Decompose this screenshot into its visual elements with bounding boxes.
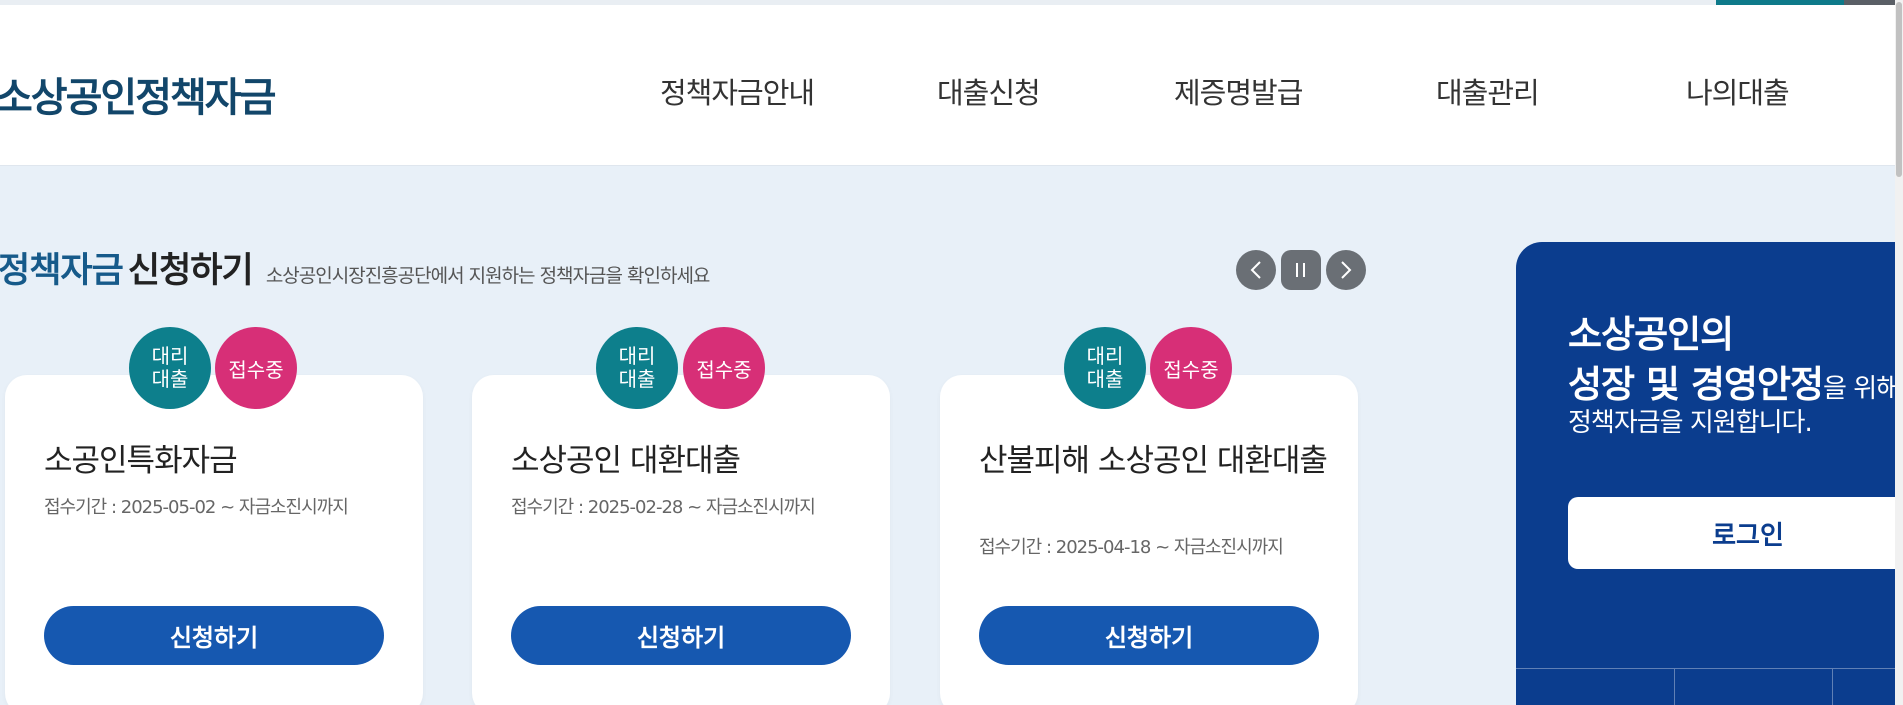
section-title: 정책자금 신청하기 소상공인시장진흥공단에서 지원하는 정책자금을 확인하세요 xyxy=(0,242,711,293)
promo-line-2: 성장 및 경영안정을 위해 xyxy=(1568,354,1900,408)
nav-item-loan-management[interactable]: 대출관리 xyxy=(1436,70,1540,112)
status-badge: 접수중 xyxy=(1150,327,1232,409)
nav-item-loan-apply[interactable]: 대출신청 xyxy=(937,70,1041,112)
agent-loan-badge: 대리 대출 xyxy=(129,327,211,409)
login-button[interactable]: 로그인 xyxy=(1568,497,1903,569)
fund-card: 소상공인 대환대출 접수기간 : 2025-02-28 ~ 자금소진시까지 신청… xyxy=(472,375,890,705)
promo-line-3: 정책자금을 지원합니다. xyxy=(1568,408,1813,438)
pause-icon xyxy=(1296,263,1305,277)
promo-line-2-rest: 을 위해 xyxy=(1823,374,1900,404)
fund-card-title: 소공인특화자금 xyxy=(44,443,238,479)
slider-prev-button[interactable] xyxy=(1236,250,1276,290)
page-scrollbar[interactable] xyxy=(1895,0,1903,705)
fund-card-period: 접수기간 : 2025-05-02 ~ 자금소진시까지 xyxy=(44,497,349,518)
chevron-right-icon xyxy=(1341,261,1352,279)
login-promo-panel: 소상공인의 성장 및 경영안정을 위해 정책자금을 지원합니다. 로그인 xyxy=(1516,242,1903,705)
panel-grid-lines xyxy=(1516,668,1903,705)
section-title-rest: 신청하기 xyxy=(127,251,254,291)
apply-button[interactable]: 신청하기 xyxy=(44,606,384,665)
fund-card-period: 접수기간 : 2025-02-28 ~ 자금소진시까지 xyxy=(511,497,816,518)
status-badge: 접수중 xyxy=(215,327,297,409)
apply-button[interactable]: 신청하기 xyxy=(979,606,1319,665)
site-logo[interactable]: 소상공인정책자금 xyxy=(0,65,276,123)
nav-item-my-loans[interactable]: 나의대출 xyxy=(1686,70,1790,112)
chevron-left-icon xyxy=(1250,261,1261,279)
agent-loan-badge: 대리 대출 xyxy=(1064,327,1146,409)
site-header: 소상공인정책자금 정책자금안내 대출신청 제증명발급 대출관리 나의대출 xyxy=(0,5,1903,166)
section-title-highlight: 정책자금 xyxy=(0,251,124,291)
agent-loan-badge: 대리 대출 xyxy=(596,327,678,409)
section-subtitle: 소상공인시장진흥공단에서 지원하는 정책자금을 확인하세요 xyxy=(265,265,711,287)
fund-card-title: 소상공인 대환대출 xyxy=(511,443,741,479)
fund-card-title: 산불피해 소상공인 대환대출 xyxy=(979,443,1328,479)
fund-card-period: 접수기간 : 2025-04-18 ~ 자금소진시까지 xyxy=(979,537,1284,558)
slider-next-button[interactable] xyxy=(1326,250,1366,290)
scrollbar-thumb[interactable] xyxy=(1896,2,1902,177)
nav-item-policy-info[interactable]: 정책자금안내 xyxy=(660,70,815,112)
apply-button[interactable]: 신청하기 xyxy=(511,606,851,665)
grid-divider xyxy=(1674,669,1675,705)
promo-line-2-bold: 성장 및 경영안정 xyxy=(1568,363,1824,406)
fund-card: 산불피해 소상공인 대환대출 접수기간 : 2025-04-18 ~ 자금소진시… xyxy=(940,375,1358,705)
nav-item-certificates[interactable]: 제증명발급 xyxy=(1174,70,1303,112)
slider-pause-button[interactable] xyxy=(1281,250,1321,290)
promo-line-1: 소상공인의 xyxy=(1568,313,1734,356)
fund-card: 소공인특화자금 접수기간 : 2025-05-02 ~ 자금소진시까지 신청하기 xyxy=(5,375,423,705)
grid-divider xyxy=(1832,669,1833,705)
status-badge: 접수중 xyxy=(683,327,765,409)
